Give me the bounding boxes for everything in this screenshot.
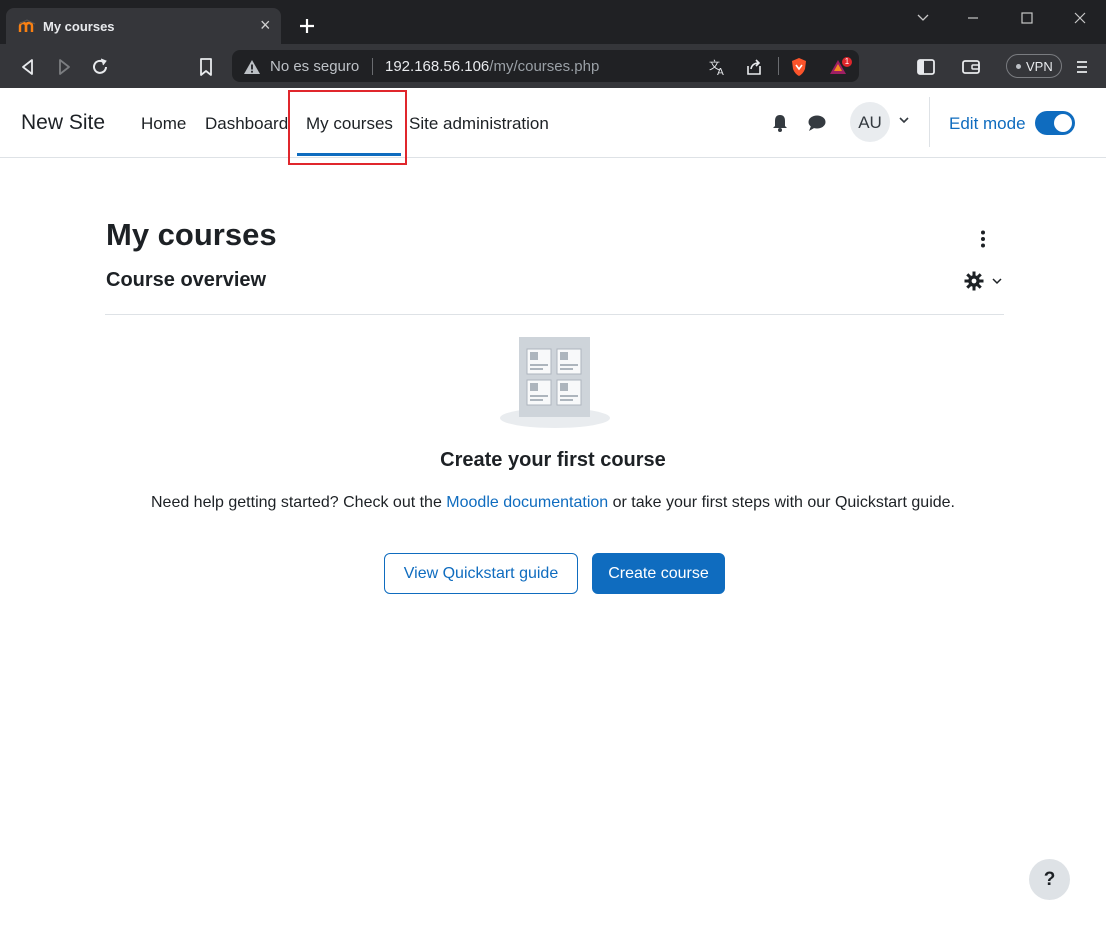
moodle-documentation-link[interactable]: Moodle documentation — [446, 494, 608, 511]
nav-item-site-administration[interactable]: Site administration — [409, 114, 549, 134]
user-menu-chevron-down-icon[interactable] — [897, 116, 911, 126]
empty-state-text: Need help getting started? Check out the… — [0, 494, 1106, 512]
brave-shields-icon[interactable] — [789, 57, 809, 77]
empty-text-after: or take your first steps with our Quicks… — [608, 494, 955, 511]
browser-menu-icon[interactable] — [1071, 56, 1093, 78]
security-indicator[interactable]: No es seguro — [270, 58, 359, 75]
close-window-icon[interactable] — [1065, 8, 1095, 30]
sidebar-toggle-icon[interactable] — [915, 56, 937, 78]
close-tab-icon[interactable]: × — [260, 16, 271, 34]
vpn-status-dot — [1016, 64, 1021, 69]
browser-toolbar: No es seguro 192.168.56.106/my/courses.p… — [0, 44, 1106, 88]
address-bar[interactable]: No es seguro 192.168.56.106/my/courses.p… — [232, 50, 859, 82]
url-text[interactable]: 192.168.56.106/my/courses.php — [385, 58, 599, 75]
omnibox-divider-right — [778, 57, 779, 75]
reload-icon[interactable] — [89, 56, 111, 78]
omnibox-divider — [372, 58, 373, 75]
navbar-divider — [929, 97, 930, 147]
messages-icon[interactable] — [806, 112, 828, 134]
brave-rewards-icon[interactable]: 1 — [828, 57, 852, 77]
page-title: My courses — [106, 217, 277, 252]
new-tab-icon[interactable] — [296, 15, 318, 37]
back-icon[interactable] — [17, 56, 39, 78]
page-actions-kebab-icon[interactable] — [972, 228, 994, 250]
site-name[interactable]: New Site — [21, 111, 105, 135]
block-divider — [105, 314, 1004, 315]
block-title: Course overview — [106, 269, 267, 291]
notification-bell-icon[interactable] — [769, 112, 791, 134]
warning-icon — [244, 60, 260, 74]
svg-text:A: A — [717, 67, 724, 77]
edit-mode-label[interactable]: Edit mode — [949, 114, 1026, 134]
moodle-favicon-icon — [18, 19, 36, 32]
primary-navigation: New Site Home Dashboard My courses Site … — [0, 88, 1106, 165]
vpn-button[interactable]: VPN — [1006, 54, 1062, 78]
toggle-knob — [1054, 114, 1072, 132]
user-avatar[interactable]: AU — [850, 102, 890, 142]
maximize-window-icon[interactable] — [1012, 8, 1042, 30]
course-grid-illustration-icon — [500, 337, 610, 428]
gear-icon — [964, 271, 1002, 291]
tab-search-chevron-icon[interactable] — [908, 8, 938, 30]
minimize-window-icon[interactable] — [958, 8, 988, 30]
empty-state-heading: Create your first course — [440, 449, 666, 471]
nav-item-dashboard[interactable]: Dashboard — [205, 114, 288, 134]
empty-text-before: Need help getting started? Check out the — [150, 494, 447, 511]
view-quickstart-guide-button[interactable]: View Quickstart guide — [384, 553, 578, 594]
url-path: /my/courses.php — [489, 58, 600, 75]
rewards-badge-count: 1 — [844, 57, 850, 66]
browser-tab-bar: My courses × — [0, 0, 1106, 44]
help-button[interactable]: ? — [1029, 859, 1070, 900]
forward-icon[interactable] — [53, 56, 75, 78]
url-host: 192.168.56.106 — [385, 58, 490, 75]
share-icon[interactable] — [744, 57, 764, 77]
help-icon: ? — [1043, 869, 1056, 890]
nav-item-my-courses[interactable]: My courses — [306, 114, 393, 134]
edit-mode-toggle[interactable] — [1035, 111, 1075, 135]
wallet-icon[interactable] — [960, 56, 982, 78]
nav-item-home[interactable]: Home — [141, 114, 186, 134]
translate-icon[interactable]: 文A — [708, 57, 728, 78]
vpn-label: VPN — [1026, 59, 1053, 74]
bookmark-icon[interactable] — [195, 56, 217, 78]
block-settings-menu[interactable] — [964, 270, 1006, 292]
create-course-button[interactable]: Create course — [592, 553, 725, 594]
avatar-initials: AU — [858, 113, 882, 132]
tab-title: My courses — [43, 19, 115, 34]
active-nav-indicator — [297, 153, 401, 156]
browser-tab[interactable]: My courses × — [6, 8, 281, 44]
